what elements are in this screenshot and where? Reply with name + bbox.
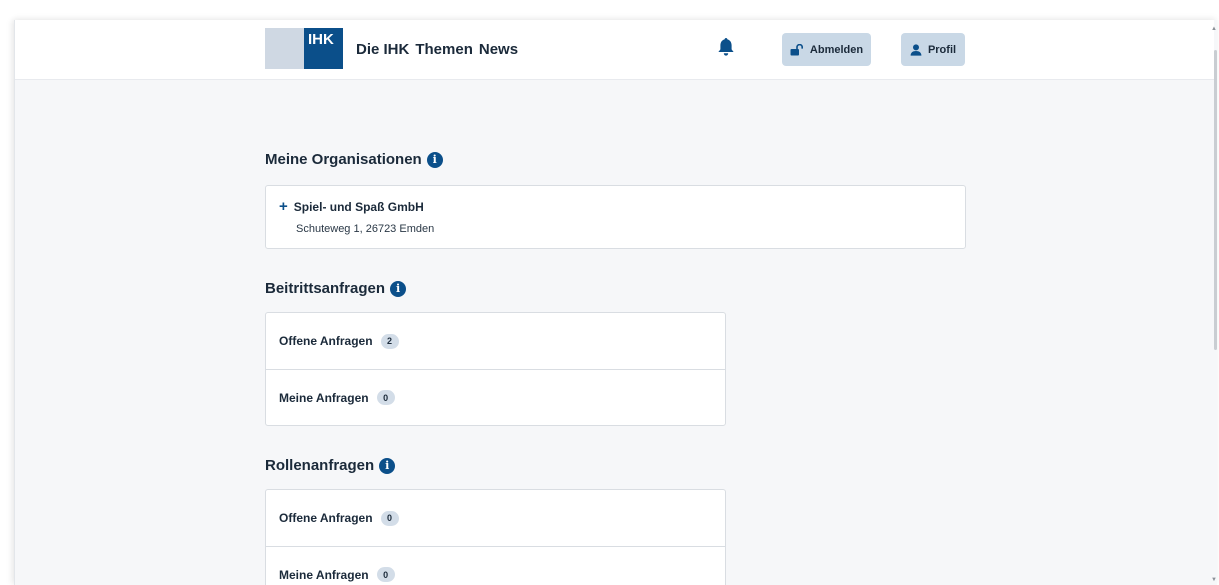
scrollbar-thumb[interactable] [1214,50,1217,350]
join-my-requests-row[interactable]: Meine Anfragen 0 [266,369,725,425]
bell-icon[interactable] [717,37,735,57]
logo-text: IHK [308,31,334,48]
role-open-requests-row[interactable]: Offene Anfragen 0 [266,490,725,546]
scroll-up-arrow-icon[interactable]: ▲ [1211,26,1217,32]
organization-address: Schuteweg 1, 26723 Emden [296,223,435,235]
ihk-logo[interactable]: IHK [265,28,343,69]
scroll-down-arrow-icon[interactable]: ▼ [1211,577,1217,583]
role-my-requests-row[interactable]: Meine Anfragen 0 [266,546,725,585]
browser-viewport: IHK Die IHK Themen News Abmelden Profil … [14,20,1217,585]
join-open-requests-row[interactable]: Offene Anfragen 2 [266,313,725,369]
organization-item[interactable]: + Spiel- und Spaß GmbH [279,199,424,214]
main-nav: Die IHK Themen News [356,41,518,58]
join-requests-title: Beitrittsanfragen i [265,280,407,297]
top-header: IHK Die IHK Themen News Abmelden Profil [15,20,1217,80]
nav-link-news[interactable]: News [479,41,518,58]
join-requests-card: Offene Anfragen 2 Meine Anfragen 0 [265,312,726,426]
organizations-title: Meine Organisationen i [265,151,443,168]
role-my-requests-label: Meine Anfragen [279,567,369,582]
logout-label: Abmelden [809,43,864,56]
organizations-title-text: Meine Organisationen [265,151,422,168]
role-open-requests-label: Offene Anfragen [279,511,373,525]
role-requests-title: Rollenanfragen i [265,457,396,474]
logo-block: IHK [304,28,343,69]
info-icon[interactable]: i [379,457,396,474]
nav-link-die-ihk[interactable]: Die IHK [356,41,409,58]
role-open-requests-count-badge: 0 [380,510,399,526]
logout-button[interactable]: Abmelden [782,33,871,66]
organization-name: Spiel- und Spaß GmbH [293,200,424,214]
profile-label: Profil [927,43,957,56]
info-icon[interactable]: i [390,280,407,297]
organization-card: + Spiel- und Spaß GmbH Schuteweg 1, 2672… [265,185,966,249]
role-requests-title-text: Rollenanfragen [265,457,375,474]
plus-icon[interactable]: + [279,199,288,214]
info-icon[interactable]: i [426,151,443,168]
join-open-requests-label: Offene Anfragen [279,334,373,348]
profile-button[interactable]: Profil [901,33,965,66]
user-icon [910,43,922,56]
role-requests-card: Offene Anfragen 0 Meine Anfragen 0 [265,489,726,585]
nav-link-themen[interactable]: Themen [415,41,473,58]
join-requests-title-text: Beitrittsanfragen [265,280,386,297]
unlock-icon [790,43,804,56]
vertical-scrollbar[interactable]: ▲ ▼ [1211,20,1217,585]
join-open-requests-count-badge: 2 [380,333,399,349]
join-my-requests-count-badge: 0 [376,390,395,405]
role-my-requests-count-badge: 0 [376,567,395,582]
join-my-requests-label: Meine Anfragen [279,390,369,405]
